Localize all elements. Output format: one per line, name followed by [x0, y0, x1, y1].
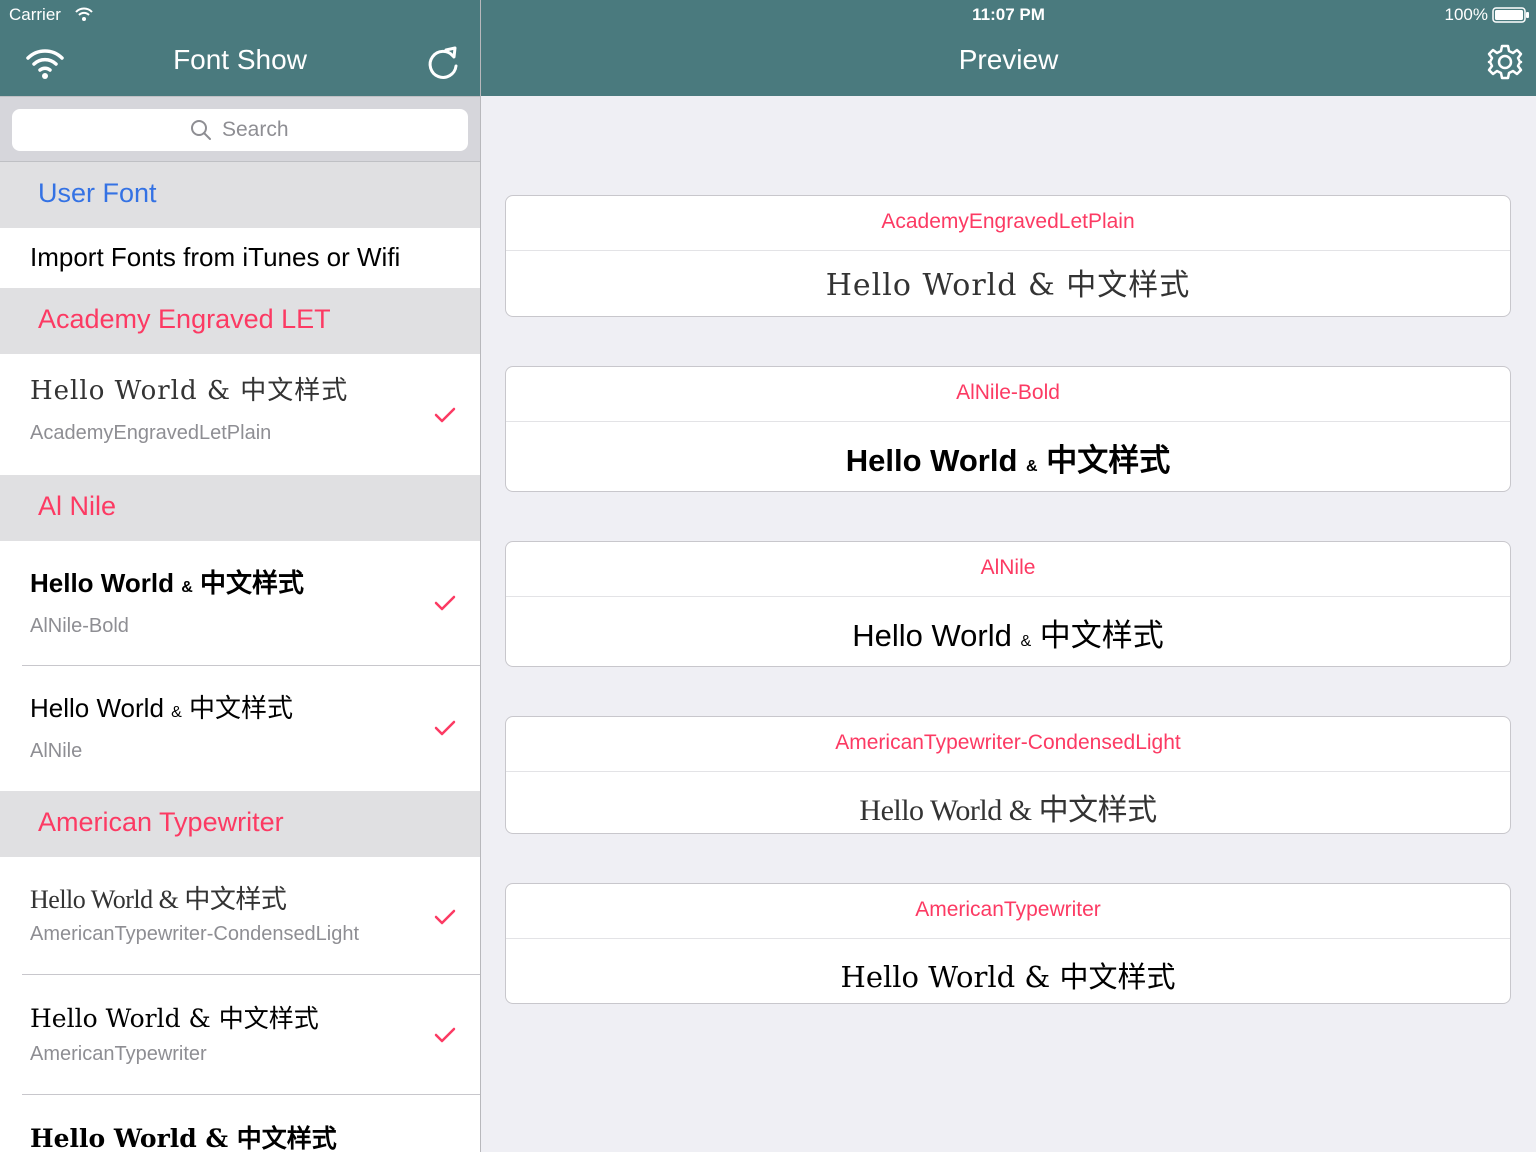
sample-cjk: 中文样式 [1046, 443, 1171, 478]
battery-percent: 100% [1444, 5, 1488, 24]
font-name: AcademyEngravedLetPlain [30, 422, 272, 444]
preview-font-name: AmericanTypewriter-CondensedLight [835, 731, 1181, 754]
sample-amp: & [181, 579, 193, 596]
sample-cjk: 中文样式 [189, 693, 294, 723]
search-placeholder: Search [222, 118, 289, 141]
font-row-alnile[interactable]: Hello World & 中文样式 AlNile [0, 666, 480, 791]
master-panel: Carrier Font Show Search User Font Impor… [0, 0, 480, 1152]
status-time: 11:07 PM [972, 5, 1045, 24]
font-sample: Hello World & 中文样式 [30, 688, 293, 725]
preview-font-name: AmericanTypewriter [915, 898, 1101, 921]
font-row-american-typewriter-bold[interactable]: Hello World & 中文样式 [0, 1095, 480, 1152]
detail-title: Preview [958, 44, 1059, 75]
checkmark-icon [434, 595, 456, 611]
sample-text: Hello World & 中文样式 [840, 960, 1176, 994]
font-sample: Hello World & 中文样式 [30, 1004, 319, 1033]
font-row-american-typewriter[interactable]: Hello World & 中文样式 AmericanTypewriter [0, 975, 480, 1094]
sample-cjk: 中文样式 [200, 568, 305, 598]
section-header-user-font: User Font [0, 162, 480, 228]
preview-card-academy-engraved[interactable]: AcademyEngravedLetPlain Hello World & 中文… [505, 195, 1511, 317]
card-divider [506, 596, 1510, 597]
refresh-icon[interactable] [424, 42, 462, 82]
import-fonts-row[interactable]: Import Fonts from iTunes or Wifi [0, 228, 480, 288]
checkmark-icon [434, 909, 456, 925]
preview-font-name: AlNile-Bold [956, 381, 1060, 404]
preview-sample: Hello World & 中文样式 [506, 435, 1510, 480]
section-header-label: Al Nile [38, 491, 117, 521]
search-input[interactable]: Search [12, 109, 468, 151]
section-header-label: Academy Engraved LET [38, 304, 331, 334]
master-nav-bar: Carrier Font Show [0, 0, 480, 96]
font-name: AlNile-Bold [30, 615, 129, 637]
search-bar: Search [0, 96, 480, 162]
sample-amp: & [171, 704, 182, 721]
font-name: AmericanTypewriter [30, 1043, 207, 1065]
card-divider [506, 771, 1510, 772]
section-header-al-nile: Al Nile [0, 475, 480, 541]
preview-card-american-typewriter[interactable]: AmericanTypewriter Hello World & 中文样式 [505, 883, 1511, 1004]
checkmark-icon [434, 720, 456, 736]
import-fonts-label: Import Fonts from iTunes or Wifi [30, 242, 401, 272]
split-divider [480, 0, 481, 1152]
sample-amp: & [1020, 633, 1032, 650]
sample-text: Hello World & 中文样式 [859, 794, 1157, 827]
font-row-american-typewriter-condensed-light[interactable]: Hello World & 中文样式 AmericanTypewriter-Co… [0, 857, 480, 974]
preview-sample: Hello World & 中文样式 [506, 610, 1510, 655]
sample-text: Hello World [852, 618, 1012, 653]
sample-text: Hello World [845, 443, 1018, 478]
font-sample: Hello World & 中文样式 [30, 885, 287, 914]
card-divider [506, 250, 1510, 251]
checkmark-icon [434, 407, 456, 423]
sample-text: Hello World & 中文样式 [825, 268, 1191, 303]
sample-amp: & [1026, 458, 1038, 475]
preview-font-name: AcademyEngravedLetPlain [881, 210, 1135, 233]
sample-text: Hello World [30, 568, 174, 598]
section-header-label: American Typewriter [38, 807, 284, 837]
sample-cjk: 中文样式 [1039, 618, 1164, 653]
gear-icon[interactable] [1486, 43, 1524, 81]
search-icon [191, 120, 211, 140]
battery-icon [1492, 7, 1529, 23]
sample-text: Hello World [30, 693, 164, 723]
detail-nav-bar: 11:07 PM 100% Preview [481, 0, 1536, 96]
font-row-alnile-bold[interactable]: Hello World & 中文样式 AlNile-Bold [0, 541, 480, 665]
preview-card-alnile[interactable]: AlNile Hello World & 中文样式 [505, 541, 1511, 667]
font-name: AlNile [30, 740, 83, 762]
font-row-academy-engraved-plain[interactable]: Hello World & 中文样式 AcademyEngravedLetPla… [0, 354, 480, 475]
wifi-signal-icon [75, 7, 93, 21]
preview-sample: Hello World & 中文样式 [506, 260, 1510, 304]
font-sample: Hello World & 中文样式 [30, 1124, 337, 1152]
master-title: Font Show [173, 44, 307, 75]
font-sample: Hello World & 中文样式 [30, 563, 304, 600]
preview-card-american-typewriter-condensed-light[interactable]: AmericanTypewriter-CondensedLight Hello … [505, 716, 1511, 834]
font-sample: Hello World & 中文样式 [30, 376, 349, 406]
font-name: AmericanTypewriter-CondensedLight [30, 923, 360, 945]
section-header-american-typewriter: American Typewriter [0, 791, 480, 857]
card-divider [506, 421, 1510, 422]
preview-sample: Hello World & 中文样式 [506, 785, 1510, 829]
preview-sample: Hello World & 中文样式 [506, 954, 1510, 996]
section-header-academy-engraved: Academy Engraved LET [0, 288, 480, 354]
preview-card-alnile-bold[interactable]: AlNile-Bold Hello World & 中文样式 [505, 366, 1511, 492]
card-divider [506, 938, 1510, 939]
carrier-label: Carrier [9, 5, 61, 24]
preview-font-name: AlNile [980, 556, 1036, 579]
checkmark-icon [434, 1027, 456, 1043]
section-header-label: User Font [38, 178, 157, 208]
